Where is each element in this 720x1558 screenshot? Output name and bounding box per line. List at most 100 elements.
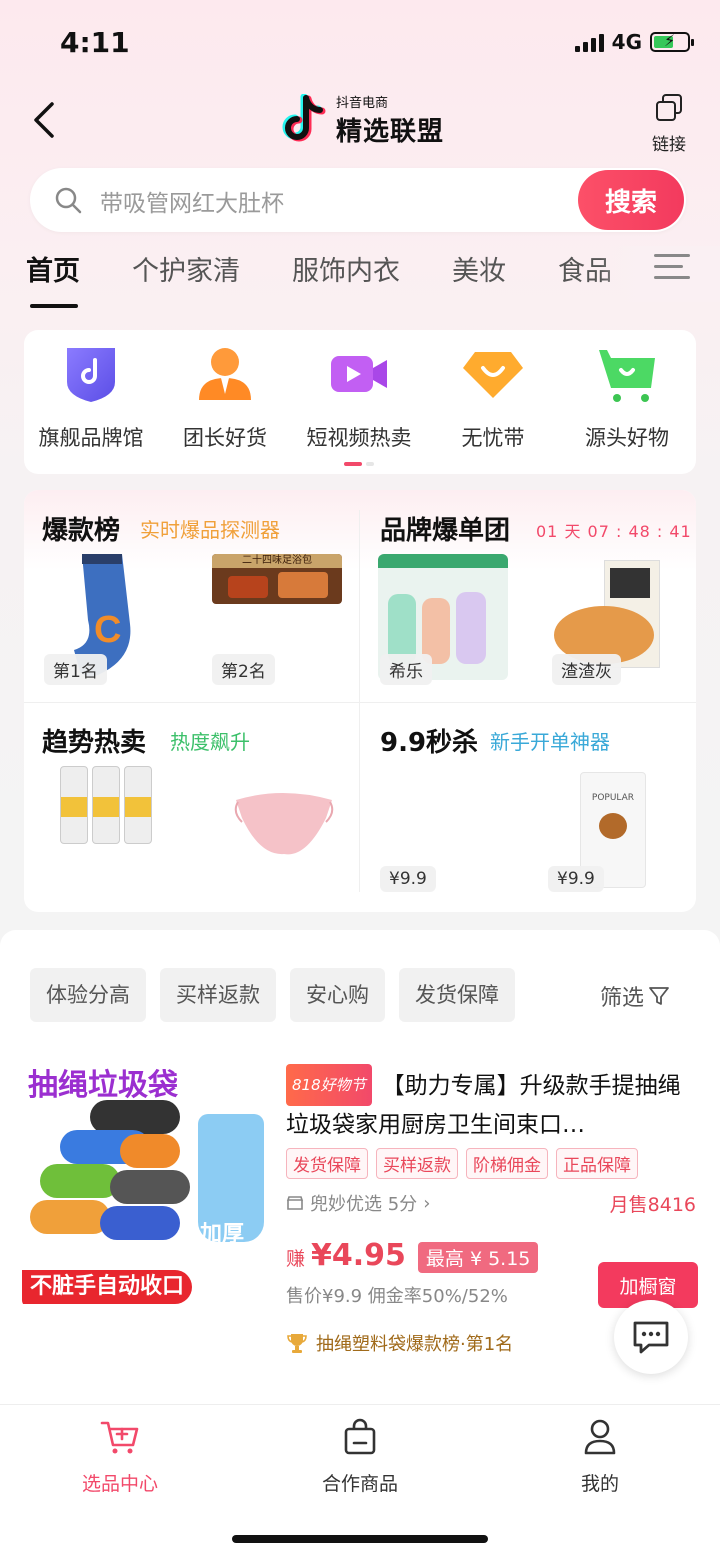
earn-label: 赚 bbox=[286, 1248, 306, 1270]
user-icon bbox=[584, 1419, 616, 1455]
nav-label: 合作商品 bbox=[321, 1473, 398, 1495]
max-price-badge: 最高 ¥ 5.15 bbox=[417, 1242, 539, 1273]
chip-experience-score[interactable]: 体验分高 bbox=[30, 968, 146, 1022]
trophy-icon bbox=[287, 1334, 307, 1353]
back-icon[interactable] bbox=[28, 100, 60, 140]
search-input[interactable]: 带吸管网红大肚杯 bbox=[100, 184, 284, 218]
category-tabs: 首页 个护家清 服饰内衣 美妆 食品 bbox=[26, 250, 664, 308]
product-tag: 买样返款 bbox=[376, 1148, 458, 1179]
chevron-right-icon: › bbox=[423, 1192, 431, 1214]
link-label: 链接 bbox=[652, 135, 686, 155]
funnel-icon bbox=[649, 987, 669, 1005]
price-commission: 售价¥9.9 佣金率50%/52% bbox=[286, 1286, 508, 1307]
link-button[interactable]: 链接 bbox=[644, 94, 694, 155]
flash-price-2: ¥9.9 bbox=[548, 866, 604, 892]
tab-beauty[interactable]: 美妆 bbox=[452, 250, 506, 298]
signal-icon bbox=[574, 32, 604, 52]
flagship-store-icon bbox=[67, 348, 115, 402]
filter-chips: 体验分高 买样返款 安心购 发货保障 bbox=[30, 968, 515, 1022]
product-tag: 阶梯佣金 bbox=[466, 1148, 548, 1179]
quick-entry-worry-free[interactable]: 无忧带 bbox=[426, 342, 560, 452]
quick-entry-label: 团长好货 bbox=[183, 426, 267, 450]
logo-subtitle: 抖音电商 bbox=[336, 96, 389, 111]
status-time: 4:11 bbox=[60, 26, 130, 59]
tab-apparel[interactable]: 服饰内衣 bbox=[292, 250, 400, 298]
promo-badge: 818好物节 bbox=[286, 1064, 372, 1106]
product-title[interactable]: 818好物节 【助力专属】升级款手提抽绳垃圾袋家用厨房卫生间束口… bbox=[286, 1064, 696, 1144]
chip-shipping-guarantee[interactable]: 发货保障 bbox=[399, 968, 515, 1022]
product-tag: 发货保障 bbox=[286, 1148, 368, 1179]
rank-line[interactable]: 抽绳塑料袋爆款榜·第1名 bbox=[286, 1330, 513, 1356]
search-bar[interactable]: 带吸管网红大肚杯 搜索 bbox=[30, 168, 686, 232]
rank-label-1: 第1名 bbox=[44, 654, 107, 685]
product-image-title: 抽绳垃圾袋 bbox=[28, 1068, 178, 1103]
shop-name: 兜妙优选 5分 bbox=[310, 1194, 418, 1215]
cart-plus-icon bbox=[100, 1421, 139, 1454]
product-image-banner: 不脏手自动收口 bbox=[22, 1270, 193, 1304]
feature-grid: 爆款榜 实时爆品探测器 C 第1名 二十四味足浴包 第2名 品牌爆单团 01 天… bbox=[24, 490, 696, 912]
copy-link-icon bbox=[654, 94, 684, 124]
nav-label: 选品中心 bbox=[81, 1473, 158, 1495]
shopping-bag-icon bbox=[344, 1418, 376, 1455]
nav-profile[interactable]: 我的 bbox=[510, 1417, 690, 1496]
monthly-sales: 月售8416 bbox=[609, 1194, 696, 1216]
logo-title: 精选联盟 bbox=[336, 117, 445, 147]
product-tags: 发货保障 买样返款 阶梯佣金 正品保障 bbox=[286, 1148, 638, 1179]
quick-entry-source-goods[interactable]: 源头好物 bbox=[560, 342, 694, 452]
quick-entry-label: 无忧带 bbox=[461, 426, 525, 450]
flash-price-1: ¥9.9 bbox=[380, 866, 436, 892]
product-tag: 正品保障 bbox=[556, 1148, 638, 1179]
thickened-badge: 加厚 加大 bbox=[200, 1222, 245, 1273]
rank-label-2: 第2名 bbox=[212, 654, 275, 685]
trend-title: 趋势热卖 bbox=[42, 728, 147, 758]
chat-icon bbox=[633, 1321, 669, 1354]
video-camera-icon bbox=[331, 356, 387, 392]
product-image[interactable]: 抽绳垃圾袋 加厚 加大 不脏手自动收口 bbox=[22, 1060, 270, 1308]
quick-entry-flagship[interactable]: 旗舰品牌馆 bbox=[24, 342, 158, 452]
chip-safe-buy[interactable]: 安心购 bbox=[290, 968, 385, 1022]
trash-bag-rolls bbox=[30, 1100, 190, 1250]
search-button[interactable]: 搜索 bbox=[578, 170, 684, 230]
brand-deal-title: 品牌爆单团 bbox=[380, 516, 511, 546]
search-icon bbox=[55, 187, 82, 214]
menu-icon[interactable] bbox=[654, 254, 690, 284]
shop-icon bbox=[286, 1196, 304, 1210]
quick-entry-label: 源头好物 bbox=[585, 426, 669, 450]
quick-entry-leader[interactable]: 团长好货 bbox=[158, 342, 292, 452]
mask-product-image bbox=[234, 793, 334, 855]
shop-link[interactable]: 兜妙优选 5分 › bbox=[286, 1190, 430, 1216]
quick-entries: 旗舰品牌馆 团长好货 短视频热卖 无忧带 源头好物 bbox=[24, 330, 696, 474]
filter-label: 筛选 bbox=[600, 986, 645, 1011]
quick-entry-label: 旗舰品牌馆 bbox=[38, 426, 144, 450]
quick-entry-label: 短视频热卖 bbox=[306, 426, 412, 450]
svg-text:C: C bbox=[94, 609, 121, 651]
hot-list-subtitle: 实时爆品探测器 bbox=[140, 518, 280, 542]
brand-label-1: 希乐 bbox=[380, 654, 432, 685]
douyin-logo-icon bbox=[282, 94, 326, 142]
trend-subtitle: 热度飙升 bbox=[170, 730, 250, 754]
nav-partner-products[interactable]: 合作商品 bbox=[270, 1417, 450, 1496]
shopping-cart-icon bbox=[599, 350, 655, 402]
snack-product-image: 二十四味足浴包 bbox=[212, 554, 342, 604]
hot-list-title: 爆款榜 bbox=[42, 516, 121, 546]
brand-label-2: 渣渣灰 bbox=[552, 654, 621, 685]
leader-person-icon bbox=[199, 348, 251, 400]
quick-entry-short-video[interactable]: 短视频热卖 bbox=[292, 342, 426, 452]
chat-button[interactable] bbox=[614, 1300, 688, 1374]
tab-home[interactable]: 首页 bbox=[26, 250, 80, 308]
spray-product-image bbox=[58, 766, 158, 846]
nav-label: 我的 bbox=[580, 1473, 619, 1495]
network-type: 4G bbox=[611, 30, 642, 54]
app-logo: 抖音电商 精选联盟 bbox=[280, 92, 444, 148]
nav-selection-center[interactable]: 选品中心 bbox=[30, 1417, 210, 1496]
battery-icon: ⚡ bbox=[650, 31, 694, 52]
home-indicator bbox=[232, 1535, 488, 1543]
price-row: 赚 ¥4.95 最高 ¥ 5.15 bbox=[286, 1238, 539, 1273]
filter-button[interactable]: 筛选 bbox=[600, 980, 670, 1012]
chip-sample-refund[interactable]: 买样返款 bbox=[160, 968, 276, 1022]
countdown-timer: 01 天 07 : 48 : 41 bbox=[536, 522, 692, 541]
page-indicator bbox=[344, 462, 374, 466]
earn-price: ¥4.95 bbox=[311, 1238, 406, 1273]
tab-personal-care[interactable]: 个护家清 bbox=[132, 250, 240, 298]
rank-text: 抽绳塑料袋爆款榜·第1名 bbox=[316, 1334, 514, 1355]
